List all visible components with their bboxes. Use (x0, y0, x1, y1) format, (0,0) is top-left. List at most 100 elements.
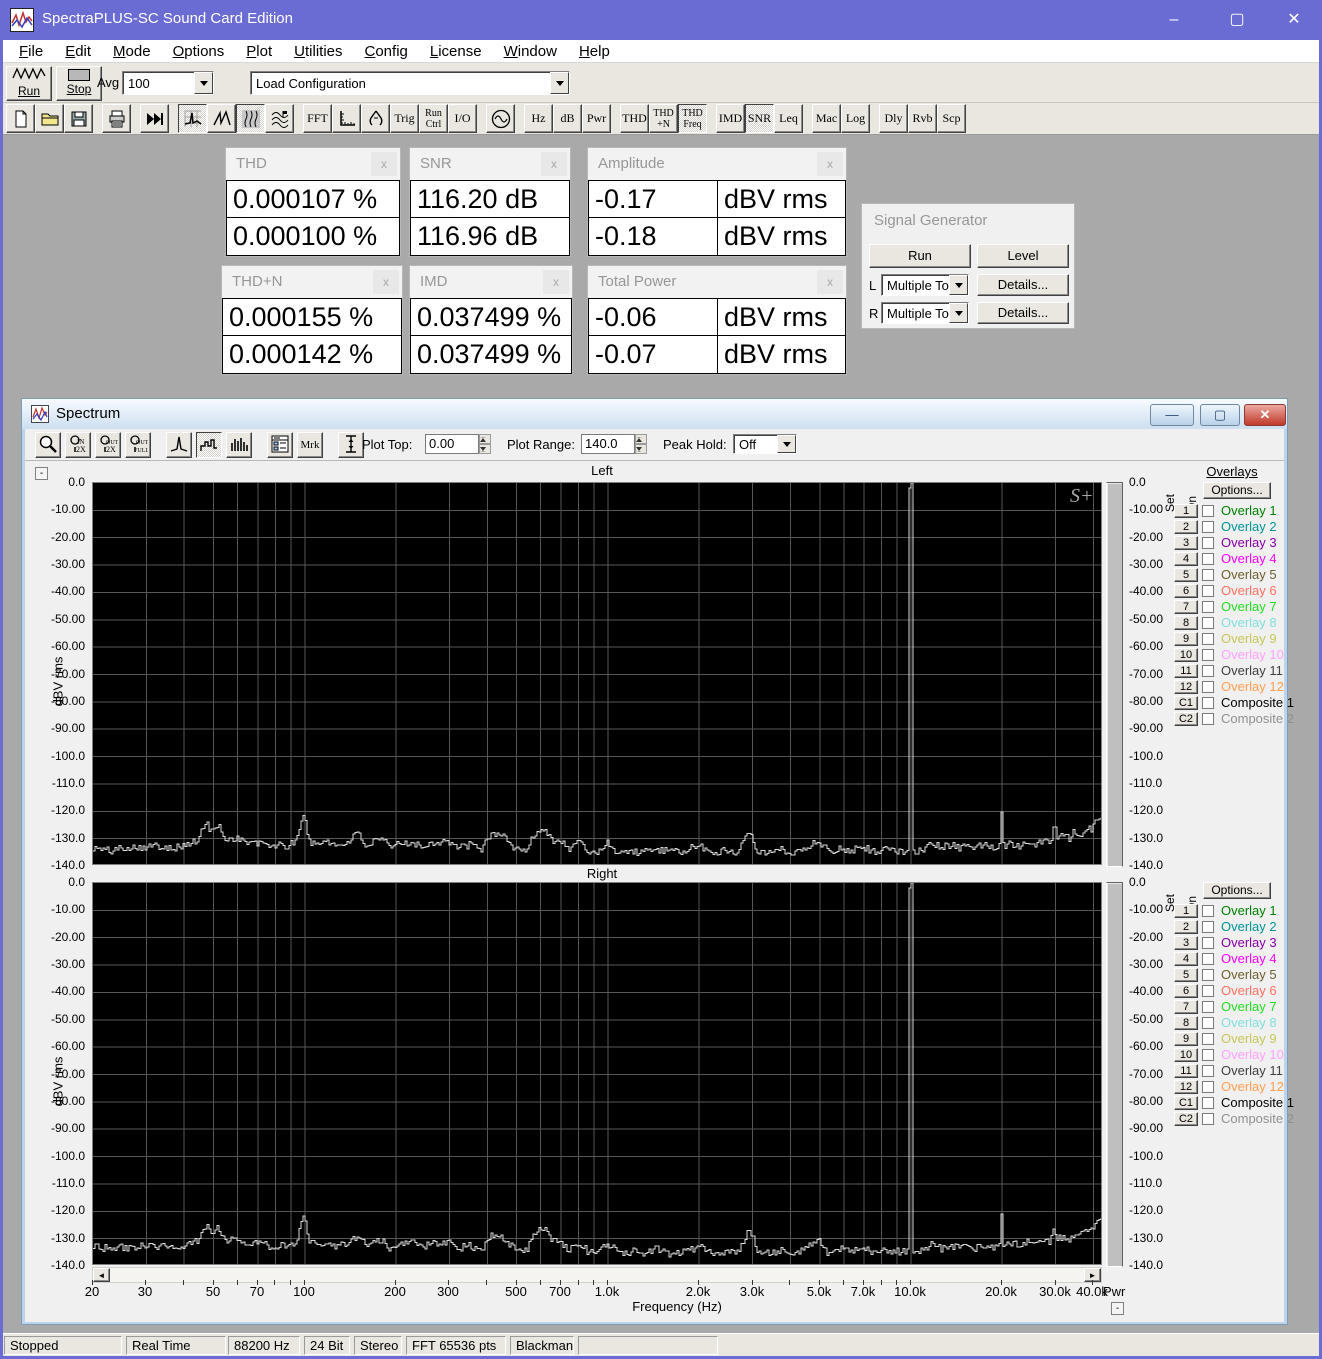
right-details-button[interactable]: Details... (977, 302, 1069, 324)
right-signal-type-select[interactable]: Multiple Ton (881, 302, 969, 324)
overlay-set-button[interactable]: 11 (1174, 1064, 1198, 1078)
menu-edit[interactable]: Edit (54, 43, 102, 60)
units-db-button[interactable]: dB (553, 104, 582, 133)
thd-button[interactable]: THD (620, 104, 649, 133)
overlay-set-button[interactable]: 4 (1174, 952, 1198, 966)
logging-button[interactable]: Log (841, 104, 870, 133)
overlay-on-checkbox[interactable] (1202, 1033, 1214, 1045)
minimize-button[interactable]: – (1152, 6, 1196, 34)
spectrogram-view-button[interactable] (236, 104, 265, 133)
step-plot-button[interactable] (196, 432, 222, 458)
collapse-box[interactable]: - (1111, 1302, 1124, 1315)
menu-options[interactable]: Options (162, 43, 236, 60)
chevron-down-icon[interactable] (194, 72, 213, 94)
peak-hold-select[interactable]: Off (733, 434, 797, 454)
amplitude-range-button[interactable] (338, 432, 364, 458)
reverb-button[interactable]: Rvb (908, 104, 937, 133)
overlay-on-checkbox[interactable] (1202, 585, 1214, 597)
menu-file[interactable]: File (8, 43, 54, 60)
spectrum-plot[interactable] (92, 482, 1102, 865)
close-icon[interactable]: x (817, 270, 843, 294)
overlays-options-button[interactable]: Options... (1203, 882, 1271, 899)
generator-level-button[interactable]: Level (977, 244, 1069, 268)
menu-utilities[interactable]: Utilities (283, 43, 353, 60)
overlay-on-checkbox[interactable] (1202, 537, 1214, 549)
overlay-set-button[interactable]: 2 (1174, 520, 1198, 534)
overlay-on-checkbox[interactable] (1202, 505, 1214, 517)
overlay-set-button[interactable]: 6 (1174, 584, 1198, 598)
overlay-on-checkbox[interactable] (1202, 985, 1214, 997)
display-options-button[interactable] (267, 432, 293, 458)
zoom-in-2x-button[interactable]: IN2X (65, 432, 91, 458)
overlay-set-button[interactable]: 12 (1174, 1080, 1198, 1094)
overlay-on-checkbox[interactable] (1202, 649, 1214, 661)
plot-top-stepper[interactable] (479, 434, 491, 454)
menu-config[interactable]: Config (354, 43, 419, 60)
left-details-button[interactable]: Details... (977, 274, 1069, 296)
overlay-set-button[interactable]: 7 (1174, 1000, 1198, 1014)
overlay-set-button[interactable]: 7 (1174, 600, 1198, 614)
chevron-down-icon[interactable] (949, 303, 968, 323)
overlay-on-checkbox[interactable] (1202, 601, 1214, 613)
close-icon[interactable]: x (371, 152, 397, 176)
process-button[interactable] (140, 104, 169, 133)
overlay-set-button[interactable]: 5 (1174, 568, 1198, 582)
overlay-on-checkbox[interactable] (1202, 1097, 1214, 1109)
trigger-button[interactable]: Trig (390, 104, 419, 133)
overlay-on-checkbox[interactable] (1202, 521, 1214, 533)
plot-range-input[interactable]: 140.0 (581, 434, 635, 454)
overlay-set-button[interactable]: 10 (1174, 1048, 1198, 1062)
macro-button[interactable]: Mac (812, 104, 841, 133)
spectrum-maximize-button[interactable]: ▢ (1200, 404, 1240, 426)
close-icon[interactable]: x (817, 152, 843, 176)
spectrum-close-button[interactable]: ✕ (1244, 404, 1286, 426)
overlay-on-checkbox[interactable] (1202, 665, 1214, 677)
overlay-set-button[interactable]: C2 (1174, 712, 1198, 726)
overlay-on-checkbox[interactable] (1202, 617, 1214, 629)
io-device-button[interactable]: I/O (448, 104, 477, 133)
thd-freq-button[interactable]: THDFreq (678, 104, 707, 133)
overlay-set-button[interactable]: 5 (1174, 968, 1198, 982)
overlay-set-button[interactable]: C1 (1174, 696, 1198, 710)
zoom-out-2x-button[interactable]: OUT2X (95, 432, 121, 458)
scroll-left-arrow[interactable]: ◄ (93, 1268, 110, 1282)
maximize-button[interactable]: ▢ (1215, 6, 1259, 34)
overlay-on-checkbox[interactable] (1202, 633, 1214, 645)
overlay-set-button[interactable]: 9 (1174, 632, 1198, 646)
overlay-set-button[interactable]: 4 (1174, 552, 1198, 566)
overlay-set-button[interactable]: 1 (1174, 504, 1198, 518)
overlay-on-checkbox[interactable] (1202, 905, 1214, 917)
horizontal-scrollbar[interactable]: ◄► (92, 1267, 1102, 1283)
units-pwr-button[interactable]: Pwr (582, 104, 611, 133)
snr-button[interactable]: SNR (745, 104, 774, 133)
left-signal-type-select[interactable]: Multiple Ton (881, 274, 969, 296)
overlay-set-button[interactable]: 6 (1174, 984, 1198, 998)
overlay-set-button[interactable]: 9 (1174, 1032, 1198, 1046)
menu-help[interactable]: Help (568, 43, 621, 60)
marker-button[interactable]: Mrk (297, 432, 323, 458)
units-hz-button[interactable]: Hz (524, 104, 553, 133)
overlay-on-checkbox[interactable] (1202, 937, 1214, 949)
overlay-on-checkbox[interactable] (1202, 1065, 1214, 1077)
spectrum-minimize-button[interactable]: — (1150, 404, 1194, 426)
overlay-on-checkbox[interactable] (1202, 1081, 1214, 1093)
close-button[interactable]: ✕ (1272, 6, 1316, 34)
surface-view-button[interactable] (265, 104, 294, 133)
close-icon[interactable]: x (543, 270, 569, 294)
overlay-set-button[interactable]: 3 (1174, 536, 1198, 550)
close-icon[interactable]: x (541, 152, 567, 176)
waveform-view-button[interactable] (207, 104, 236, 133)
menu-license[interactable]: License (419, 43, 493, 60)
scale-settings-button[interactable] (332, 104, 361, 133)
overlay-on-checkbox[interactable] (1202, 1001, 1214, 1013)
overlay-on-checkbox[interactable] (1202, 681, 1214, 693)
stop-button[interactable]: Stop (56, 66, 102, 101)
overlay-on-checkbox[interactable] (1202, 969, 1214, 981)
delay-button[interactable]: Dly (879, 104, 908, 133)
overlay-set-button[interactable]: 2 (1174, 920, 1198, 934)
fft-settings-button[interactable]: FFT (303, 104, 332, 133)
overlay-set-button[interactable]: 8 (1174, 616, 1198, 630)
spectrum-view-button[interactable] (178, 104, 207, 133)
leq-button[interactable]: Leq (774, 104, 803, 133)
imd-button[interactable]: IMD (716, 104, 745, 133)
